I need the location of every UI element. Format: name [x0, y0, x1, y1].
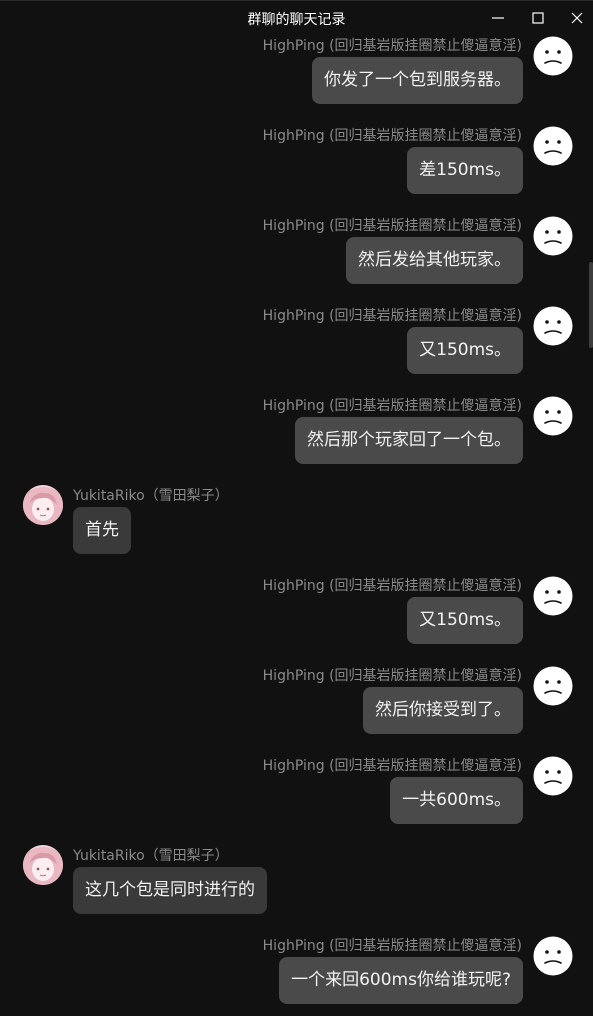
- sender-name: HighPing (回归基岩版挂圈禁止傻逼意淫): [262, 38, 522, 54]
- avatar[interactable]: [533, 216, 573, 256]
- neutral-face-icon: [533, 306, 573, 346]
- sender-name: HighPing (回归基岩版挂圈禁止傻逼意淫): [262, 218, 522, 234]
- close-icon: [571, 12, 583, 24]
- avatar[interactable]: [533, 666, 573, 706]
- message-bubble[interactable]: 又150ms。: [407, 597, 523, 644]
- sender-name: HighPing (回归基岩版挂圈禁止傻逼意淫): [262, 938, 522, 954]
- sender-name: HighPing (回归基岩版挂圈禁止傻逼意淫): [262, 398, 522, 414]
- maximize-icon: [532, 12, 544, 24]
- close-button[interactable]: [564, 6, 590, 30]
- message-bubble[interactable]: 又150ms。: [407, 327, 523, 374]
- maximize-button[interactable]: [525, 6, 551, 30]
- neutral-face-icon: [533, 756, 573, 796]
- message-bubble[interactable]: 这几个包是同时进行的: [73, 867, 267, 914]
- message-list[interactable]: HighPing (回归基岩版挂圈禁止傻逼意淫) 你发了一个包到服务器。 Hig…: [0, 35, 593, 1016]
- sender-name: HighPing (回归基岩版挂圈禁止傻逼意淫): [262, 758, 522, 774]
- message-bubble[interactable]: 你发了一个包到服务器。: [312, 57, 523, 104]
- chat-history-window: 群聊的聊天记录 HighPing (回归基岩版挂圈禁止傻逼意淫) 你发了一个包到…: [0, 0, 593, 1016]
- anime-girl-avatar: [23, 845, 63, 885]
- sender-name: YukitaRiko（雪田梨子）: [73, 848, 229, 864]
- message-bubble[interactable]: 一个来回600ms你给谁玩呢?: [279, 957, 523, 1004]
- sender-name: HighPing (回归基岩版挂圈禁止傻逼意淫): [262, 668, 522, 684]
- neutral-face-icon: [533, 936, 573, 976]
- anime-girl-avatar: [23, 485, 63, 525]
- neutral-face-icon: [533, 666, 573, 706]
- avatar[interactable]: [533, 36, 573, 76]
- minimize-button[interactable]: [485, 6, 511, 30]
- minimize-icon: [492, 17, 504, 19]
- scrollbar-thumb[interactable]: [589, 262, 593, 348]
- avatar[interactable]: [533, 306, 573, 346]
- avatar[interactable]: [23, 845, 63, 885]
- avatar[interactable]: [533, 756, 573, 796]
- avatar[interactable]: [533, 936, 573, 976]
- message-bubble[interactable]: 然后那个玩家回了一个包。: [295, 417, 523, 464]
- avatar[interactable]: [23, 485, 63, 525]
- sender-name: HighPing (回归基岩版挂圈禁止傻逼意淫): [262, 128, 522, 144]
- sender-name: YukitaRiko（雪田梨子）: [73, 488, 229, 504]
- neutral-face-icon: [533, 396, 573, 436]
- neutral-face-icon: [533, 576, 573, 616]
- sender-name: HighPing (回归基岩版挂圈禁止傻逼意淫): [262, 308, 522, 324]
- avatar[interactable]: [533, 396, 573, 436]
- avatar[interactable]: [533, 126, 573, 166]
- avatar[interactable]: [533, 576, 573, 616]
- message-bubble[interactable]: 然后你接受到了。: [363, 687, 523, 734]
- sender-name: HighPing (回归基岩版挂圈禁止傻逼意淫): [262, 578, 522, 594]
- message-bubble[interactable]: 首先: [73, 507, 131, 554]
- message-bubble[interactable]: 差150ms。: [407, 147, 523, 194]
- message-bubble[interactable]: 一共600ms。: [390, 777, 523, 824]
- neutral-face-icon: [533, 36, 573, 76]
- title-bar[interactable]: 群聊的聊天记录: [0, 0, 593, 35]
- message-bubble[interactable]: 然后发给其他玩家。: [346, 237, 523, 284]
- neutral-face-icon: [533, 126, 573, 166]
- neutral-face-icon: [533, 216, 573, 256]
